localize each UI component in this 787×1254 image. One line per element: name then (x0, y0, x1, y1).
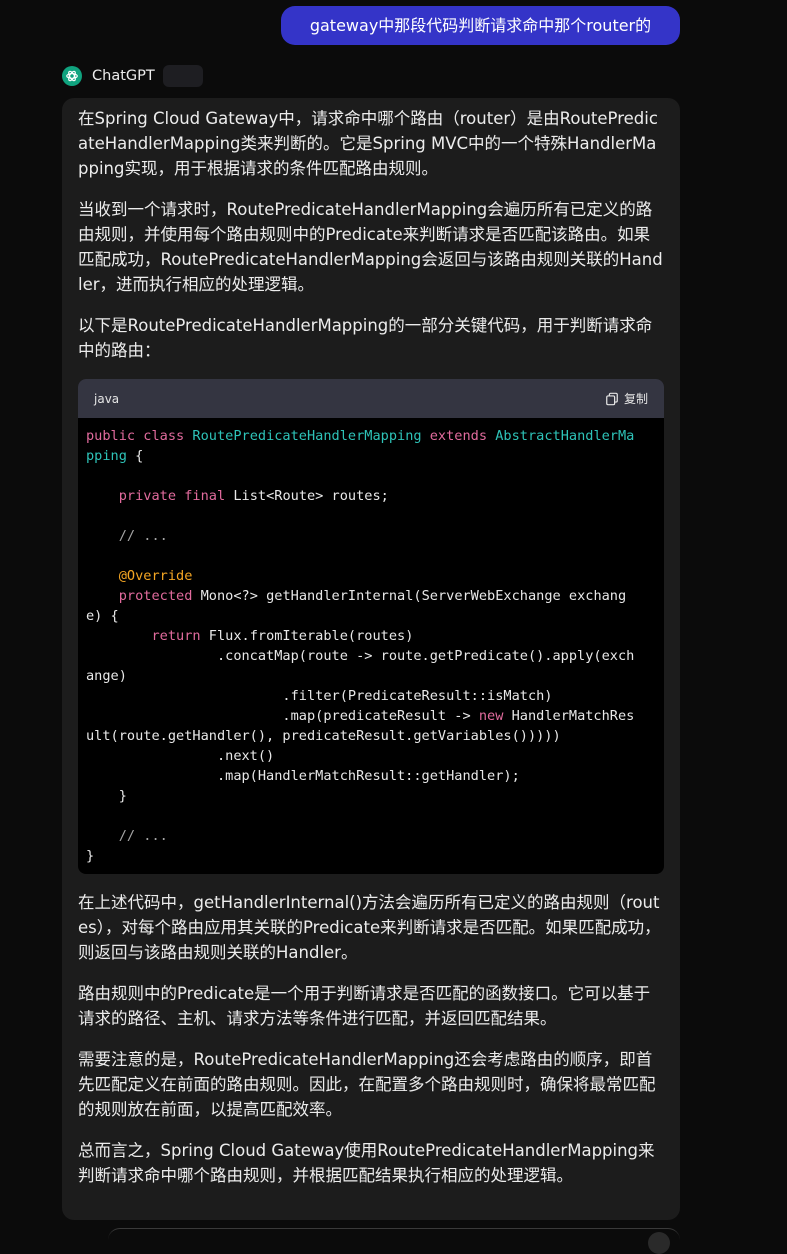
code-token: .concatMap(route -> route.getPredicate()… (86, 648, 635, 664)
code-token: Flux.fromIterable(routes) (200, 628, 414, 644)
answer-paragraph-2: 当收到一个请求时，RoutePredicateHandlerMapping会遍历… (78, 200, 663, 294)
code-token: @Override (118, 568, 193, 584)
code-line: public class RoutePredicateHandlerMappin… (86, 426, 656, 446)
code-token: pping (86, 448, 127, 464)
code-line: .concatMap(route -> route.getPredicate()… (86, 646, 656, 666)
code-token: ange) (86, 668, 127, 684)
code-token: e) { (86, 608, 119, 624)
user-message-text: gateway中那段代码判断请求命中那个router的 (309, 16, 652, 35)
answer-paragraph-5: 路由规则中的Predicate是一个用于判断请求是否匹配的函数接口。它可以基于请… (78, 984, 651, 1028)
code-token: .map(HandlerMatchResult::getHandler); (86, 768, 520, 784)
code-line: ange) (86, 666, 656, 686)
answer-paragraph-6: 需要注意的是，RoutePredicateHandlerMapping还会考虑路… (78, 1050, 656, 1119)
code-line: // ... (86, 526, 656, 546)
message-input-edge (108, 1228, 680, 1243)
code-line: .map(HandlerMatchResult::getHandler); (86, 766, 656, 786)
code-line: @Override (86, 566, 656, 586)
code-token: public class (86, 428, 193, 444)
code-block: java 复制 public class RoutePredicateHandl… (78, 379, 664, 874)
code-line: } (86, 786, 656, 806)
code-token: } (86, 848, 95, 864)
code-token: RoutePredicateHandlerMapping (192, 428, 422, 444)
code-token: { (126, 448, 144, 464)
code-line: protected Mono<?> getHandlerInternal(Ser… (86, 586, 656, 606)
code-line: pping { (86, 446, 656, 466)
answer-paragraph-4: 在上述代码中，getHandlerInternal()方法会遍历所有已定义的路由… (78, 893, 661, 962)
code-token: } (86, 788, 127, 804)
assistant-answer: 在Spring Cloud Gateway中，请求命中哪个路由（router）是… (62, 98, 680, 1220)
code-line: // ... (86, 826, 656, 846)
copy-code-button[interactable]: 复制 (605, 390, 648, 407)
answer-paragraph-3: 以下是RoutePredicateHandlerMapping的一部分关键代码，… (78, 316, 653, 360)
user-message-bubble: gateway中那段代码判断请求命中那个router的 (281, 6, 680, 45)
code-token: // ... (118, 528, 168, 544)
code-token: AbstractHandlerMa (495, 428, 635, 444)
code-line: .next() (86, 746, 656, 766)
code-token: new (478, 708, 504, 724)
code-token: .next() (86, 748, 275, 764)
code-token: private final (118, 488, 226, 504)
code-header: java 复制 (78, 379, 664, 418)
model-badge (162, 65, 203, 87)
code-line: e) { (86, 606, 656, 626)
copy-icon (606, 392, 618, 405)
code-token: extends (421, 428, 496, 444)
code-line: ult(route.getHandler(), predicateResult.… (86, 726, 656, 746)
code-token: protected (118, 588, 193, 604)
code-token: return (151, 628, 201, 644)
chatgpt-logo-icon (62, 66, 82, 86)
code-content: public class RoutePredicateHandlerMappin… (78, 418, 664, 874)
code-line: } (86, 846, 656, 866)
code-language-label: java (94, 391, 120, 406)
code-token: Mono<?> getHandlerInternal(ServerWebExch… (192, 588, 627, 604)
code-token: ult(route.getHandler(), predicateResult.… (86, 728, 561, 744)
code-token: .filter(PredicateResult::isMatch) (86, 688, 553, 704)
scroll-down-button[interactable] (648, 1232, 670, 1254)
code-line: return Flux.fromIterable(routes) (86, 626, 656, 646)
answer-paragraph-1: 在Spring Cloud Gateway中，请求命中哪个路由（router）是… (78, 109, 658, 178)
code-token: List<Route> routes; (225, 488, 389, 504)
code-token: HandlerMatchRes (503, 708, 635, 724)
code-line: private final List<Route> routes; (86, 486, 656, 506)
code-token: // ... (118, 828, 168, 844)
code-line: .filter(PredicateResult::isMatch) (86, 686, 656, 706)
code-token: .map(predicateResult -> (86, 708, 479, 724)
copy-code-label: 复制 (623, 392, 648, 406)
assistant-header: ChatGPT (62, 64, 203, 88)
code-line: .map(predicateResult -> new HandlerMatch… (86, 706, 656, 726)
assistant-name: ChatGPT (92, 68, 155, 84)
answer-paragraph-7: 总而言之，Spring Cloud Gateway使用RoutePredicat… (78, 1141, 655, 1185)
